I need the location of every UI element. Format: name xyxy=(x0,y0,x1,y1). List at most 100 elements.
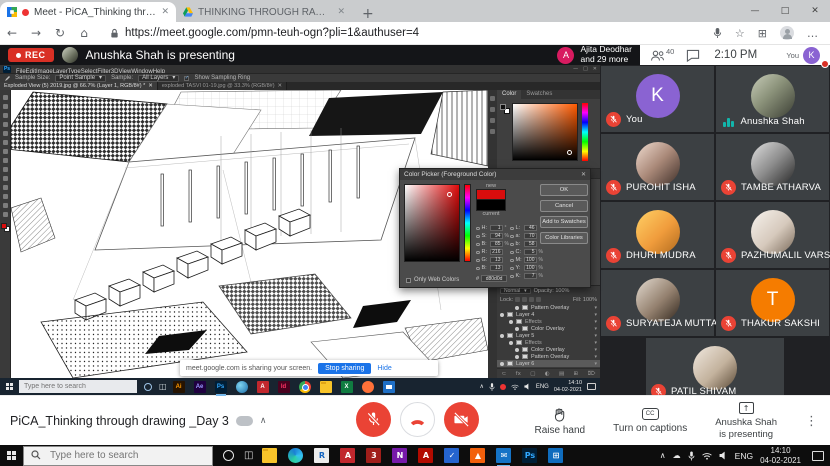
lock-position-icon[interactable] xyxy=(529,297,535,302)
picker-color-field[interactable] xyxy=(404,184,460,262)
search-input[interactable] xyxy=(19,380,137,393)
participant-tile[interactable]: Anushka Shah xyxy=(716,66,829,132)
lock-all-icon[interactable] xyxy=(536,297,542,302)
taskbar-app-icon[interactable]: R xyxy=(314,448,330,463)
participant-tile[interactable]: T THAKUR SAKSHI xyxy=(716,270,829,336)
layers-footer-icon[interactable]: ▤ xyxy=(559,371,564,377)
radio-icon[interactable] xyxy=(476,242,480,246)
language-indicator[interactable]: ENG xyxy=(536,384,549,390)
maximize-button[interactable]: □ xyxy=(770,6,800,16)
value-input[interactable]: 94 xyxy=(489,233,503,240)
camera-off-button[interactable] xyxy=(444,402,479,437)
minimize-button[interactable]: — xyxy=(740,6,770,16)
notification-icon[interactable] xyxy=(812,450,824,461)
close-button[interactable]: ✕ xyxy=(800,6,830,16)
favorites-star-icon[interactable]: ☆ xyxy=(735,27,745,40)
profile-avatar[interactable] xyxy=(780,26,794,40)
visibility-eye-icon[interactable] xyxy=(515,347,519,352)
layer-row[interactable]: Pattern Overlay ▾ xyxy=(497,353,600,360)
mic-tray-icon[interactable] xyxy=(688,451,695,461)
participants-button[interactable]: 40 xyxy=(650,47,674,62)
browser-tab-drive[interactable]: THINKING THROUGH RAWINGS ✕ xyxy=(176,2,352,22)
layers-footer-icon[interactable]: ⊞ xyxy=(574,371,579,377)
lock-pixels-icon[interactable] xyxy=(522,297,528,302)
taskbar-app-icon[interactable] xyxy=(361,380,374,393)
radio-icon[interactable] xyxy=(476,266,480,270)
visibility-eye-icon[interactable] xyxy=(509,319,513,324)
visibility-eye-icon[interactable] xyxy=(515,354,519,359)
participant-tile[interactable]: TAMBE ATHARVA xyxy=(716,134,829,200)
language-indicator[interactable]: ENG xyxy=(735,451,753,461)
doc-tab-close-icon[interactable]: ✕ xyxy=(278,83,283,89)
wifi-icon[interactable] xyxy=(701,452,712,460)
add-to-swatches-button[interactable]: Add to Swatches xyxy=(540,216,588,228)
details-chip-icon[interactable] xyxy=(235,416,253,426)
clock-date[interactable]: 14:10 04-02-2021 xyxy=(760,446,801,464)
value-input[interactable]: 46 xyxy=(523,225,537,232)
visibility-eye-icon[interactable] xyxy=(509,340,513,345)
collections-icon[interactable]: ⊞ xyxy=(758,27,767,40)
taskbar-app-icon[interactable] xyxy=(319,380,332,393)
radio-icon[interactable] xyxy=(476,234,480,238)
cortana-icon[interactable] xyxy=(144,382,152,391)
tab-close-icon[interactable]: ✕ xyxy=(337,7,345,17)
layer-row[interactable]: Layer 5 ▾ xyxy=(497,332,600,339)
panel-fg-bg-swatches[interactable] xyxy=(500,104,510,114)
radio-icon[interactable] xyxy=(510,274,514,278)
value-input[interactable]: 5 xyxy=(523,249,537,256)
hide-link[interactable]: Hide xyxy=(377,365,391,372)
layers-footer-icon[interactable]: fx xyxy=(516,371,521,377)
taskbar-app-icon[interactable]: ✉ xyxy=(496,448,512,466)
ps-minimize-icon[interactable]: — xyxy=(573,66,578,72)
visibility-eye-icon[interactable] xyxy=(500,361,504,366)
value-input[interactable]: 100 xyxy=(523,257,537,264)
taskbar-app-icon[interactable]: ▲ xyxy=(470,448,486,463)
taskbar-app-icon[interactable]: Ps xyxy=(522,448,538,463)
value-input[interactable]: 1 xyxy=(489,225,503,232)
visibility-eye-icon[interactable] xyxy=(515,305,519,310)
lock-transparent-icon[interactable] xyxy=(515,297,521,302)
browser-tab-meet[interactable]: Meet - PiCA_Thinking throu ✕ xyxy=(0,2,176,22)
more-menu-icon[interactable]: … xyxy=(807,27,818,40)
layer-row[interactable]: Layer 6 ▾ xyxy=(497,360,600,367)
taskbar-app-icon[interactable]: Ai xyxy=(172,380,185,393)
taskbar-app-icon[interactable]: Id xyxy=(277,380,290,393)
hex-input[interactable]: d80d0d xyxy=(481,275,508,282)
mic-off-button[interactable] xyxy=(356,402,391,437)
dialog-close-icon[interactable]: ✕ xyxy=(581,171,586,178)
participant-tile[interactable]: DHURI MUDRA xyxy=(601,202,714,268)
doc-tab-close-icon[interactable]: ✕ xyxy=(148,83,153,89)
value-input[interactable]: 13 xyxy=(489,257,503,264)
radio-icon[interactable] xyxy=(510,242,514,246)
value-input[interactable]: 85 xyxy=(489,241,503,248)
taskbar-app-icon[interactable] xyxy=(382,380,395,393)
document-tab[interactable]: Exploded View (5) 2019.jpg @ 66.7% (Laye… xyxy=(0,82,158,90)
url-box[interactable]: https://meet.google.com/pmn-teuh-ogn?pli… xyxy=(110,27,713,39)
ps-close-icon[interactable]: ✕ xyxy=(593,66,597,72)
volume-icon[interactable] xyxy=(524,383,531,390)
visibility-eye-icon[interactable] xyxy=(500,312,504,317)
forward-icon[interactable]: → xyxy=(24,26,48,40)
layers-footer-icon[interactable]: ⊂ xyxy=(502,371,507,377)
layer-row[interactable]: Color Overlay ▾ xyxy=(497,346,600,353)
cortana-icon[interactable] xyxy=(223,450,234,461)
radio-icon[interactable] xyxy=(510,226,514,230)
url-text[interactable]: https://meet.google.com/pmn-teuh-ogn?pli… xyxy=(125,27,419,39)
sampling-ring-checkbox[interactable]: ✓ xyxy=(184,75,190,81)
start-button[interactable] xyxy=(6,383,13,390)
photoshop-toolbar[interactable] xyxy=(0,90,11,378)
value-input[interactable]: 13 xyxy=(489,265,503,272)
sample-size-dropdown[interactable]: Point Sample ▾ xyxy=(55,74,107,82)
tab-close-icon[interactable]: ✕ xyxy=(161,7,169,17)
ps-maximize-icon[interactable]: □ xyxy=(583,66,588,72)
task-view-icon[interactable]: ◫ xyxy=(244,450,253,461)
taskbar-app-icon[interactable]: 3 xyxy=(366,448,382,463)
onedrive-cloud-icon[interactable]: ☁ xyxy=(673,451,681,460)
taskbar-app-icon[interactable]: N xyxy=(392,448,408,463)
radio-icon[interactable] xyxy=(476,226,480,230)
layers-footer-icon[interactable]: ▢ xyxy=(530,371,535,377)
dialog-titlebar[interactable]: Color Picker (Foreground Color) ✕ xyxy=(400,169,590,180)
taskbar-app-icon[interactable]: ✓ xyxy=(444,448,460,463)
radio-icon[interactable] xyxy=(510,250,514,254)
home-icon[interactable]: ⌂ xyxy=(72,26,96,40)
